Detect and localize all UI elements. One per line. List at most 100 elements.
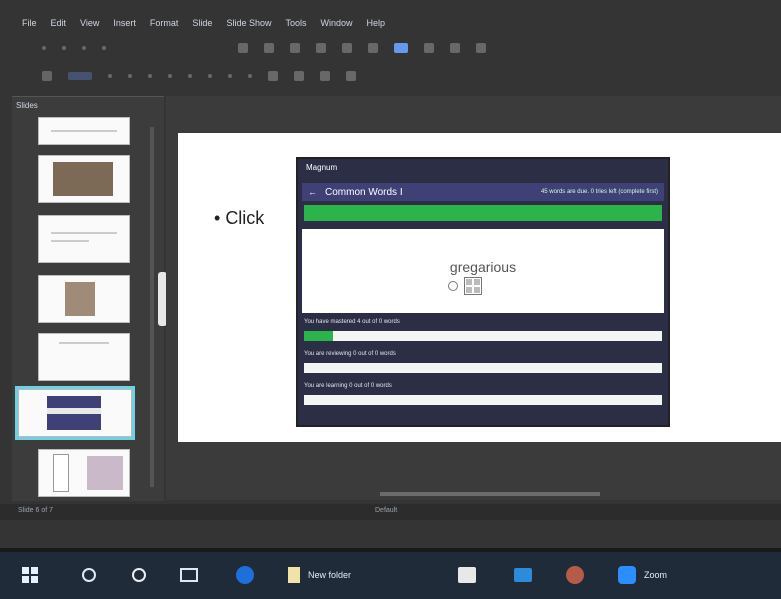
toolbar-button[interactable] (128, 74, 132, 78)
slide-thumbnail-7[interactable] (38, 449, 130, 497)
slides-scrollbar[interactable] (150, 127, 154, 487)
slide-thumbnail-3[interactable] (38, 215, 130, 263)
thumb-photo (53, 162, 113, 196)
drawing-toolbar (12, 64, 781, 88)
task-view-button[interactable] (180, 564, 198, 586)
search-button[interactable] (82, 564, 96, 586)
horizontal-scrollbar[interactable] (380, 492, 600, 496)
taskbar-new-folder[interactable]: New folder (288, 564, 351, 586)
toolbar-button[interactable] (102, 46, 106, 50)
windows-icon (22, 567, 38, 583)
menu-view[interactable]: View (80, 18, 99, 28)
thumb-text (51, 232, 117, 234)
menu-format[interactable]: Format (150, 18, 179, 28)
status-bar: Slide 6 of 7 Default (0, 504, 781, 520)
progress-bar-mastered (304, 331, 662, 341)
progress-fill (304, 331, 333, 341)
thumb-photo (53, 454, 69, 492)
progress-bar-learning (304, 395, 662, 405)
bullet-text[interactable]: • Click (214, 208, 264, 229)
edge-icon (236, 566, 254, 584)
taskbar-app[interactable] (566, 564, 584, 586)
slide-canvas[interactable]: • Click Magnum ← Common Words I 45 words… (178, 133, 781, 442)
app-icon (566, 566, 584, 584)
slide-thumbnail-1[interactable] (38, 117, 130, 145)
shapes-icon[interactable] (268, 71, 278, 81)
toolbar-button[interactable] (108, 74, 112, 78)
insert-image-icon[interactable] (238, 43, 248, 53)
slides-pane-title: Slides (16, 101, 38, 110)
find-icon[interactable] (342, 43, 352, 53)
toolbar-button[interactable] (62, 46, 66, 50)
windows-taskbar: New folder Zoom (0, 552, 781, 599)
menu-tools[interactable]: Tools (285, 18, 306, 28)
slide-counter: Slide 6 of 7 (18, 507, 54, 514)
toolbar-button[interactable] (188, 74, 192, 78)
screenshot-app-title: Magnum (306, 163, 338, 172)
menu-slide-show[interactable]: Slide Show (226, 18, 271, 28)
screenshot-heading: Common Words I (325, 186, 403, 198)
select-icon[interactable] (42, 71, 52, 81)
zoom-dropdown[interactable] (68, 72, 92, 80)
taskbar-mail[interactable] (514, 564, 532, 586)
taskbar-label: Zoom (644, 570, 668, 580)
menu-window[interactable]: Window (320, 18, 352, 28)
slide-thumbnail-5[interactable] (38, 333, 130, 381)
toolbar-button[interactable] (228, 74, 232, 78)
grid-icon[interactable] (424, 43, 434, 53)
taskbar-label: New folder (308, 570, 352, 580)
back-arrow-icon: ← (308, 187, 317, 197)
slide-thumbnail-6[interactable] (15, 386, 135, 440)
slide-thumbnail-2[interactable] (38, 155, 130, 203)
bullet-label: Click (225, 208, 265, 228)
search-icon (82, 568, 96, 582)
toolbar-button[interactable] (148, 74, 152, 78)
start-button[interactable] (22, 564, 38, 586)
taskbar-store[interactable] (458, 564, 476, 586)
cortana-button[interactable] (132, 564, 146, 586)
toolbar-button[interactable] (208, 74, 212, 78)
taskbar-edge[interactable] (236, 564, 254, 586)
layout-name[interactable]: Default (375, 507, 397, 514)
progress-label-mastered: You have mastered 4 out of 0 words (304, 319, 400, 325)
menu-edit[interactable]: Edit (51, 18, 67, 28)
screenshot-header-note: 45 words are due. 0 tries left (complete… (540, 189, 658, 195)
impress-window: File Edit View Insert Format Slide Slide… (0, 0, 781, 548)
helplines-icon[interactable] (450, 43, 460, 53)
screenshot-header: ← Common Words I 45 words are due. 0 tri… (302, 183, 664, 201)
start-slideshow-icon[interactable] (476, 43, 486, 53)
menu-file[interactable]: File (22, 18, 37, 28)
speaker-icon (448, 281, 458, 291)
menu-insert[interactable]: Insert (113, 18, 136, 28)
display-views-icon[interactable] (394, 43, 408, 53)
toolbar-button[interactable] (248, 74, 252, 78)
toolbar-button[interactable] (82, 46, 86, 50)
thumb-text (51, 130, 117, 132)
menu-slide[interactable]: Slide (192, 18, 212, 28)
standard-toolbar (12, 36, 781, 60)
green-banner (304, 205, 662, 221)
thumb-bar (47, 408, 101, 414)
mail-icon (514, 568, 532, 582)
redo-icon[interactable] (316, 43, 326, 53)
embedded-screenshot[interactable]: Magnum ← Common Words I 45 words are due… (296, 157, 670, 427)
word-icons (448, 277, 482, 295)
thumb-text (59, 342, 109, 344)
connector-icon[interactable] (294, 71, 304, 81)
insert-chart-icon[interactable] (264, 43, 274, 53)
taskbar-zoom[interactable]: Zoom (618, 564, 667, 586)
toolbar-button[interactable] (42, 46, 46, 50)
menu-bar: File Edit View Insert Format Slide Slide… (12, 14, 781, 32)
image-grid-icon (464, 277, 482, 295)
undo-icon[interactable] (290, 43, 300, 53)
slide-thumbnail-4[interactable] (38, 275, 130, 323)
toolbar-button[interactable] (168, 74, 172, 78)
rotate-icon[interactable] (346, 71, 356, 81)
thumb-photo (87, 456, 123, 490)
progress-bar-reviewing (304, 363, 662, 373)
menu-help[interactable]: Help (367, 18, 386, 28)
3d-object-icon[interactable] (320, 71, 330, 81)
spelling-icon[interactable] (368, 43, 378, 53)
zoom-icon (618, 566, 636, 584)
cortana-icon (132, 568, 146, 582)
